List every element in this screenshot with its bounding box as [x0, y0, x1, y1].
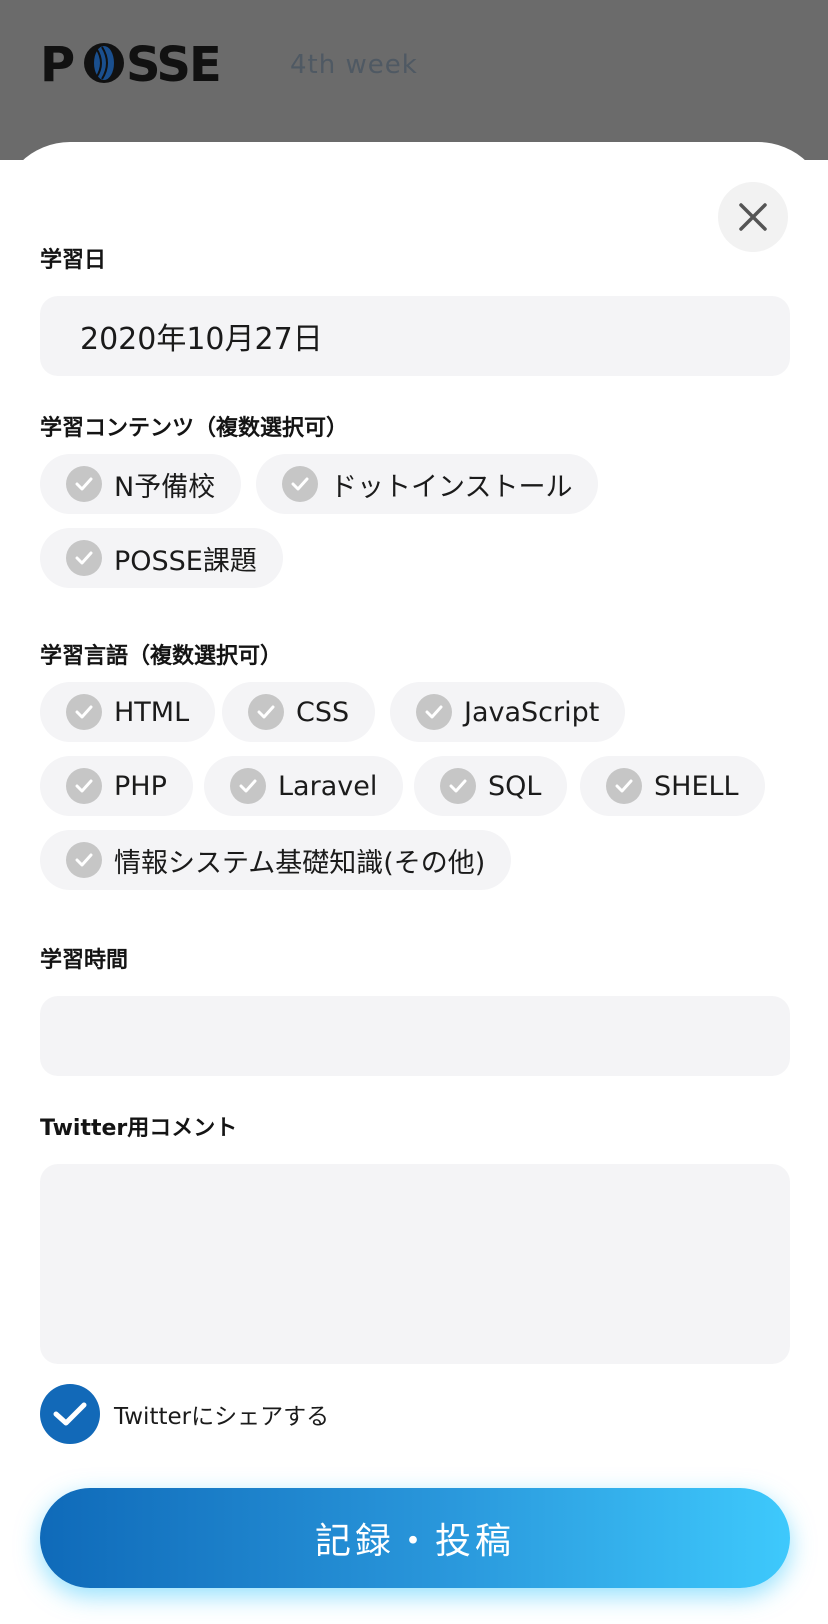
twitter-share-option: Twitterにシェアする: [40, 1384, 329, 1444]
study-time-label: 学習時間: [40, 948, 129, 973]
close-button[interactable]: [718, 182, 788, 252]
language-chip-html[interactable]: HTML: [40, 682, 216, 742]
svg-text:P: P: [40, 42, 74, 84]
chip-label: N予備校: [114, 471, 216, 503]
chip-label: SHELL: [654, 770, 739, 802]
content-chip-posse-task[interactable]: POSSE課題: [40, 528, 283, 588]
content-chip-n-yobiko[interactable]: N予備校: [40, 454, 242, 514]
week-label: 4th week: [290, 50, 418, 80]
check-icon: [440, 768, 476, 804]
check-icon: [606, 768, 642, 804]
study-date-value: 2020年10月27日: [80, 322, 323, 357]
submit-label: 記録・投稿: [314, 1521, 515, 1562]
twitter-share-label: Twitterにシェアする: [114, 1404, 330, 1430]
twitter-comment-label: Twitter用コメント: [40, 1116, 238, 1141]
check-icon: [66, 768, 102, 804]
language-chip-css[interactable]: CSS: [222, 682, 376, 742]
chip-label: Laravel: [278, 770, 378, 802]
language-chip-sql[interactable]: SQL: [414, 756, 568, 816]
chip-label: HTML: [114, 696, 190, 728]
chip-label: ドットインストール: [330, 471, 573, 503]
language-chip-javascript[interactable]: JavaScript: [390, 682, 626, 742]
submit-button[interactable]: 記録・投稿: [40, 1488, 790, 1588]
study-contents-label: 学習コンテンツ（複数選択可）: [40, 416, 349, 441]
language-chip-php[interactable]: PHP: [40, 756, 193, 816]
study-time-input[interactable]: [40, 996, 790, 1076]
study-date-label: 学習日: [40, 248, 107, 273]
study-languages-label: 学習言語（複数選択可）: [40, 644, 283, 669]
check-icon: [248, 694, 284, 730]
twitter-comment-textarea[interactable]: [40, 1164, 790, 1364]
chip-label: JavaScript: [464, 696, 600, 728]
content-chip-dotinstall[interactable]: ドットインストール: [256, 454, 599, 514]
check-icon: [282, 466, 318, 502]
language-chip-shell[interactable]: SHELL: [580, 756, 765, 816]
svg-text:SSE: SSE: [126, 42, 220, 84]
app-header: P SSE 4th week: [0, 0, 828, 130]
language-chip-laravel[interactable]: Laravel: [204, 756, 404, 816]
chip-label: SQL: [488, 770, 542, 802]
record-modal: 学習日 2020年10月27日 学習コンテンツ（複数選択可） N予備校 ドットイ…: [0, 142, 828, 1624]
check-icon: [66, 694, 102, 730]
language-chip-info-system[interactable]: 情報システム基礎知識(その他): [40, 830, 512, 890]
check-icon: [230, 768, 266, 804]
chip-label: CSS: [296, 696, 350, 728]
study-date-input[interactable]: 2020年10月27日: [40, 296, 790, 376]
chip-label: 情報システム基礎知識(その他): [114, 847, 486, 879]
check-icon: [66, 466, 102, 502]
check-icon: [53, 1402, 87, 1426]
check-icon: [66, 540, 102, 576]
posse-logo: P SSE: [40, 42, 222, 84]
check-icon: [66, 842, 102, 878]
twitter-share-checkbox[interactable]: [40, 1384, 100, 1444]
check-icon: [416, 694, 452, 730]
close-icon: [739, 203, 767, 231]
chip-label: POSSE課題: [114, 545, 257, 577]
chip-label: PHP: [114, 770, 167, 802]
